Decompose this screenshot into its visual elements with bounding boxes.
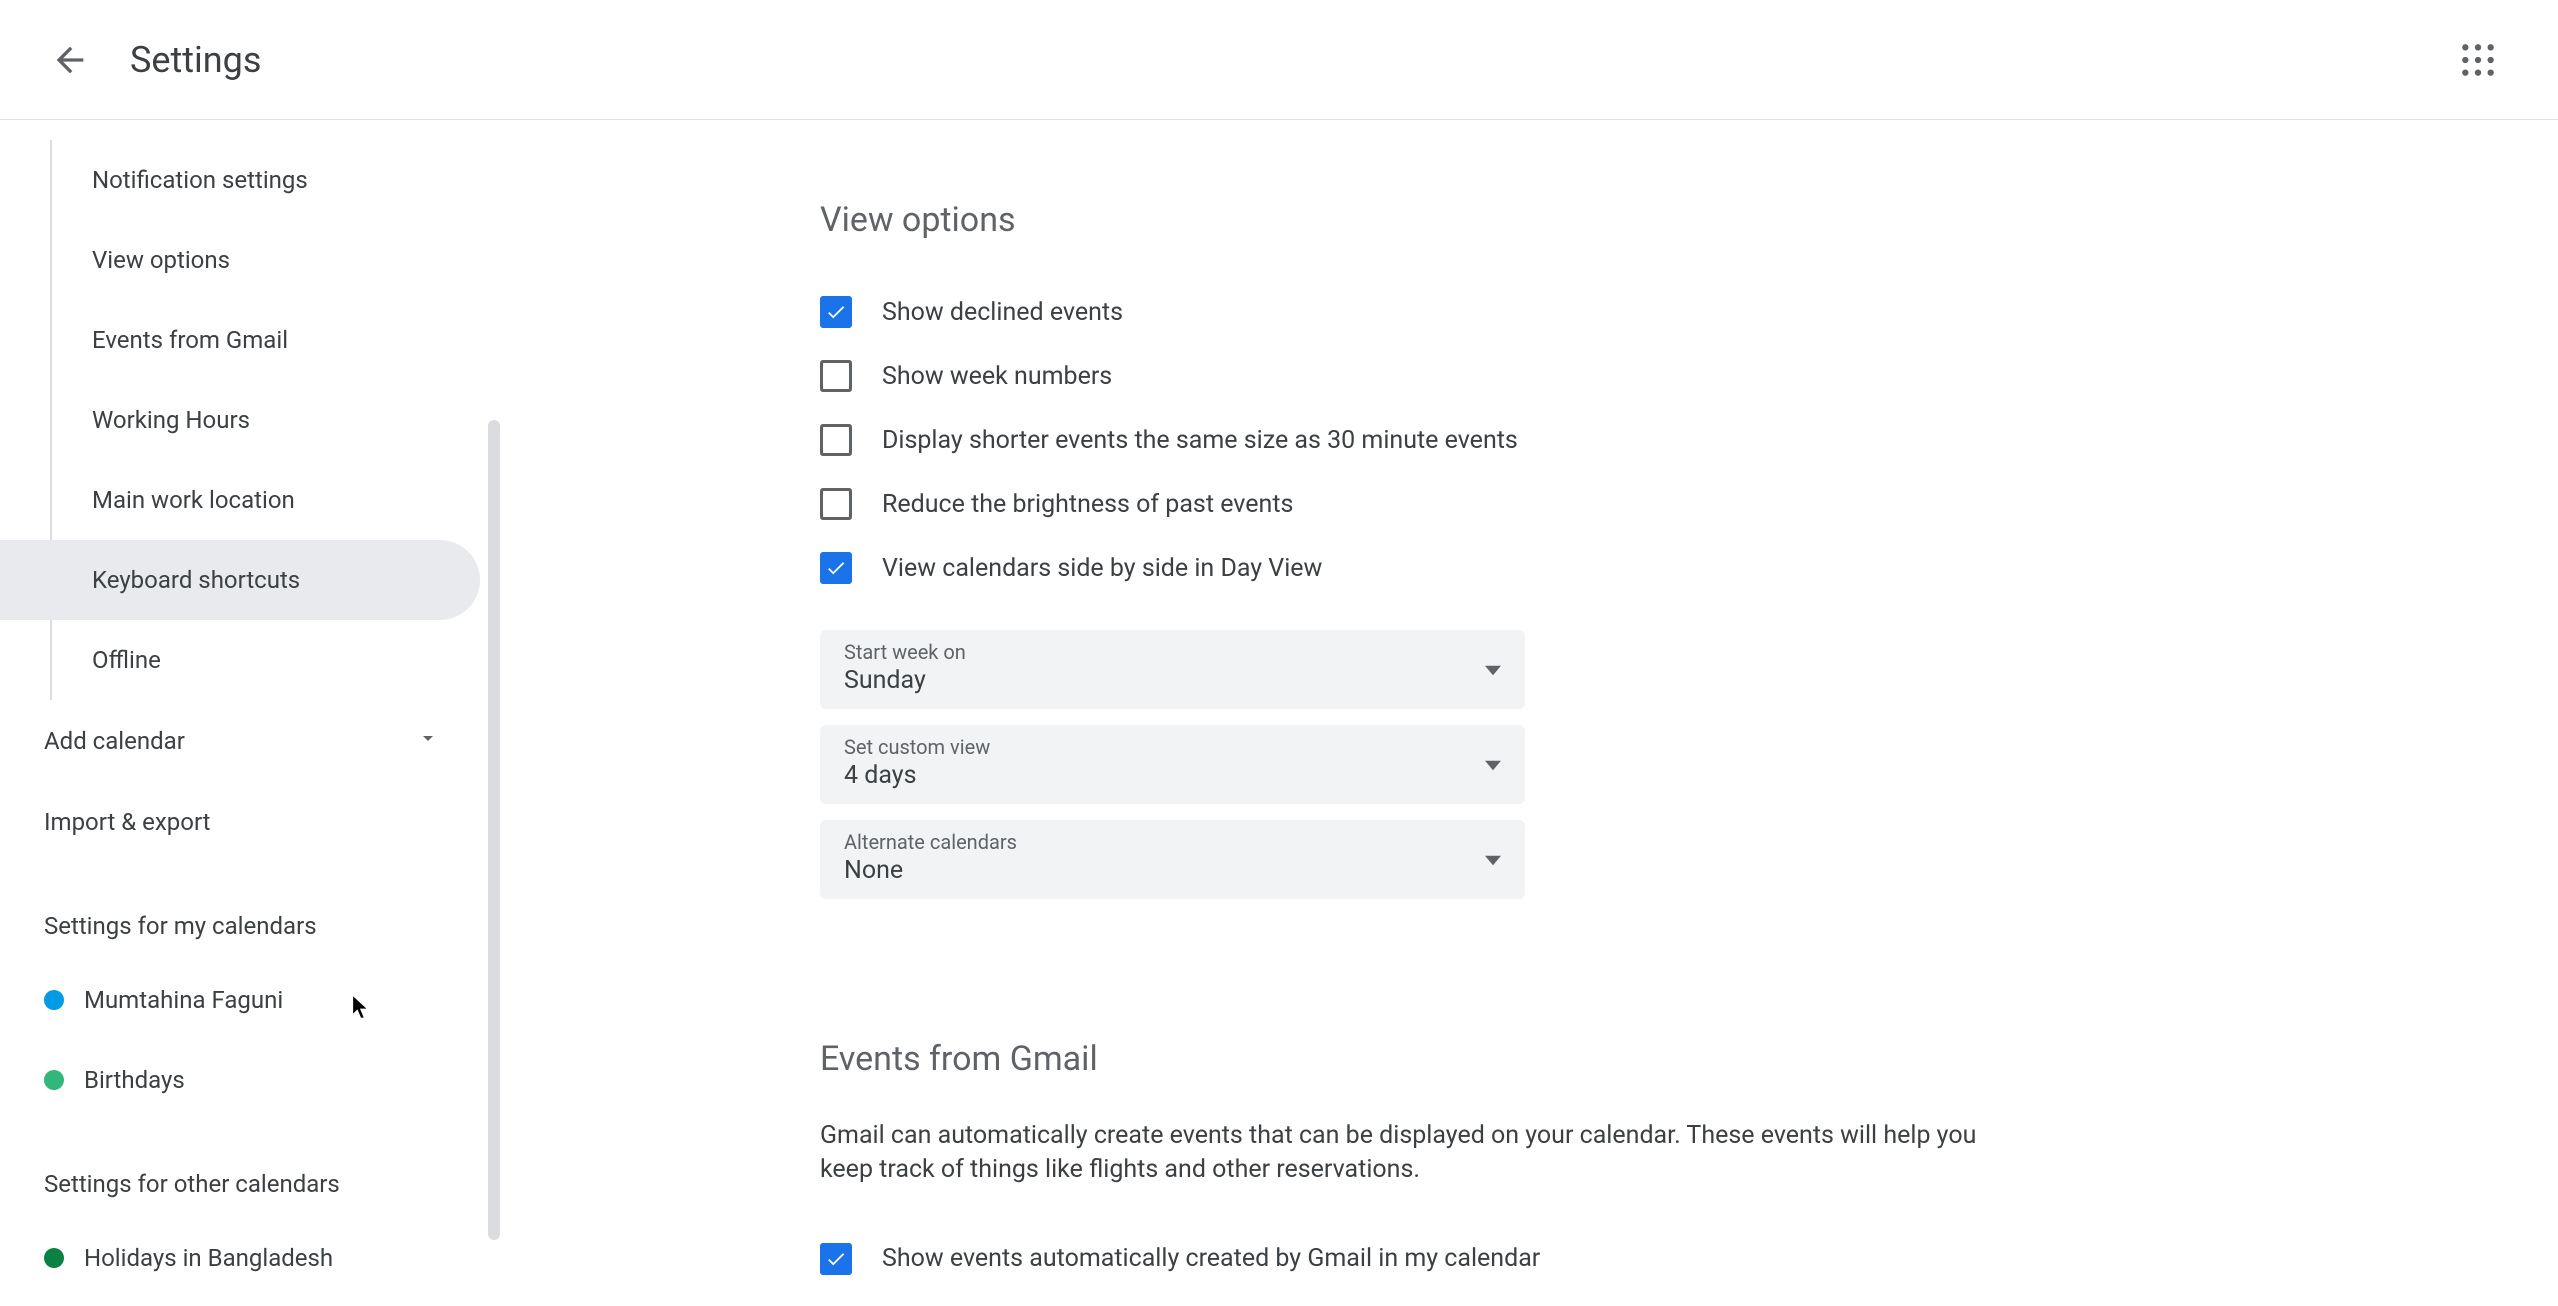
sidebar-cal-mumtahina-faguni[interactable]: Mumtahina Faguni [0,960,500,1040]
option-shorter-events: Display shorter events the same size as … [820,408,2558,472]
sidebar-item-working-hours[interactable]: Working Hours [52,380,500,460]
section-title-events-gmail: Events from Gmail [820,1039,2558,1079]
select-value: Sunday [844,666,1501,695]
sidebar-nav-group: Notification settings View options Event… [50,140,500,700]
apps-grid-icon [2459,41,2497,79]
check-icon [825,301,847,323]
sidebar-item-label: Events from Gmail [92,326,288,354]
sidebar-item-label: Mumtahina Faguni [84,986,283,1014]
sidebar-item-label: Add calendar [44,727,185,755]
select-label: Set custom view [844,735,1501,759]
checkbox-show-declined[interactable] [820,296,852,328]
select-value: None [844,856,1501,885]
sidebar-item-import-export[interactable]: Import & export [0,782,500,862]
option-show-gmail-events: Show events automatically created by Gma… [820,1227,2558,1291]
select-start-week-on[interactable]: Start week on Sunday [820,630,1525,709]
sidebar-item-label: Working Hours [92,406,250,434]
select-label: Start week on [844,640,1501,664]
back-button[interactable] [30,20,110,100]
settings-sidebar: Notification settings View options Event… [0,120,500,1306]
select-alternate-calendars[interactable]: Alternate calendars None [820,820,1525,899]
sidebar-item-events-from-gmail[interactable]: Events from Gmail [52,300,500,380]
check-icon [825,1248,847,1270]
calendar-color-dot [44,990,64,1010]
dropdown-arrow-icon [1485,660,1501,679]
sidebar-item-label: Notification settings [92,166,308,194]
apps-button[interactable] [2438,20,2518,100]
checkbox-label: Show week numbers [882,362,1112,391]
sidebar-item-label: Main work location [92,486,295,514]
sidebar-item-label: Offline [92,646,161,674]
sidebar-item-label: View options [92,246,230,274]
select-value: 4 days [844,761,1501,790]
settings-main: View options Show declined events Show w… [500,120,2558,1306]
sidebar-item-main-work-location[interactable]: Main work location [52,460,500,540]
sidebar-item-label: Import & export [44,808,211,836]
sidebar-item-offline[interactable]: Offline [52,620,500,700]
checkbox-label: Display shorter events the same size as … [882,426,1518,455]
checkbox-label: View calendars side by side in Day View [882,554,1322,583]
sidebar-section-other-calendars: Settings for other calendars [0,1120,500,1218]
calendar-color-dot [44,1248,64,1268]
check-icon [825,557,847,579]
page-title: Settings [130,39,261,81]
checkbox-label: Show events automatically created by Gma… [882,1244,1540,1273]
sidebar-item-keyboard-shortcuts[interactable]: Keyboard shortcuts [0,540,480,620]
sidebar-scrollbar[interactable] [488,420,500,1240]
arrow-left-icon [50,40,90,80]
option-reduce-brightness: Reduce the brightness of past events [820,472,2558,536]
checkbox-shorter-events[interactable] [820,424,852,456]
select-custom-view[interactable]: Set custom view 4 days [820,725,1525,804]
calendar-color-dot [44,1070,64,1090]
sidebar-item-view-options[interactable]: View options [52,220,500,300]
sidebar-item-label: Holidays in Bangladesh [84,1244,333,1272]
sidebar-section-my-calendars: Settings for my calendars [0,862,500,960]
checkbox-show-week-numbers[interactable] [820,360,852,392]
checkbox-label: Reduce the brightness of past events [882,490,1293,519]
checkbox-show-gmail-events[interactable] [820,1243,852,1275]
option-show-declined: Show declined events [820,280,2558,344]
section-title-view-options: View options [820,200,2558,240]
chevron-down-icon [416,726,440,756]
app-header: Settings [0,0,2558,120]
checkbox-label: Show declined events [882,298,1123,327]
option-side-by-side: View calendars side by side in Day View [820,536,2558,600]
events-gmail-description: Gmail can automatically create events th… [820,1119,2020,1187]
select-label: Alternate calendars [844,830,1501,854]
sidebar-cal-birthdays[interactable]: Birthdays [0,1040,500,1120]
sidebar-item-notification-settings[interactable]: Notification settings [52,140,500,220]
checkbox-reduce-brightness[interactable] [820,488,852,520]
sidebar-cal-holidays-bangladesh[interactable]: Holidays in Bangladesh [0,1218,500,1298]
checkbox-side-by-side[interactable] [820,552,852,584]
dropdown-arrow-icon [1485,850,1501,869]
sidebar-item-label: Birthdays [84,1066,185,1094]
dropdown-arrow-icon [1485,755,1501,774]
option-show-week-numbers: Show week numbers [820,344,2558,408]
sidebar-item-label: Keyboard shortcuts [92,566,300,594]
sidebar-item-add-calendar[interactable]: Add calendar [0,700,500,782]
